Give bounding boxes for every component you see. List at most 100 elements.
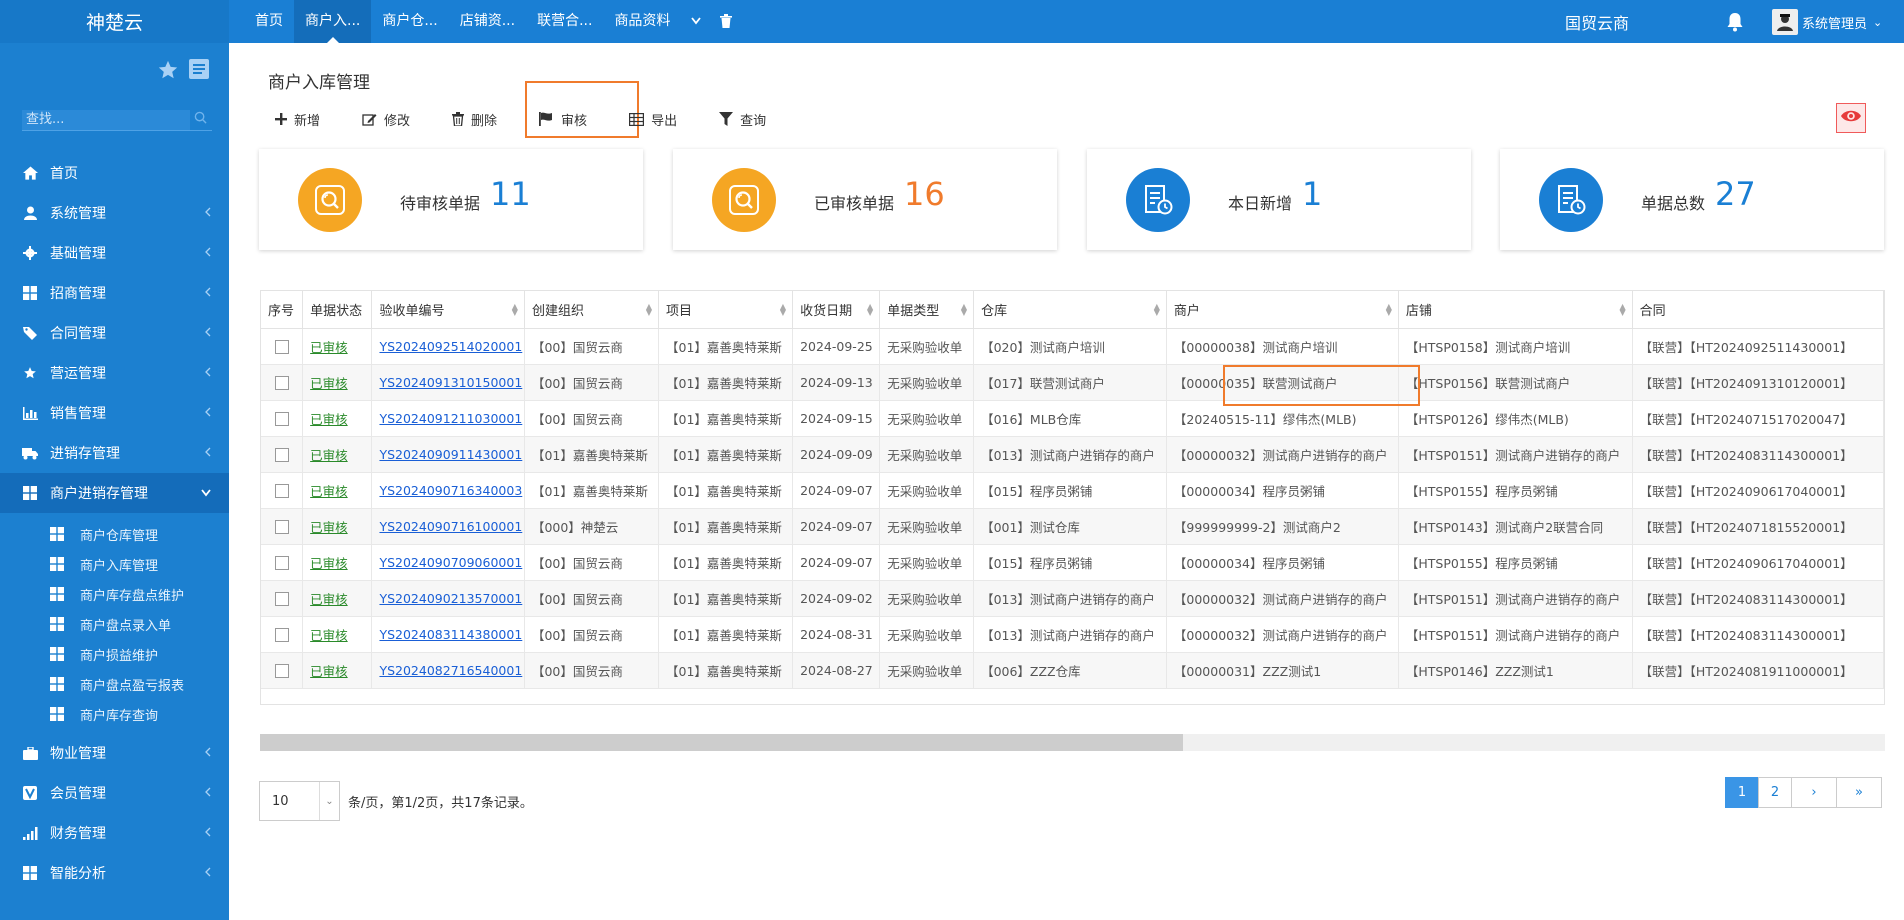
sidebar-item-营运管理[interactable]: 营运管理 bbox=[0, 353, 229, 393]
table-row[interactable]: 已审核 YS2024092514020001 【00】国贸云商 【01】嘉善奥特莱斯 2… bbox=[261, 328, 1884, 365]
next-page-button[interactable]: › bbox=[1791, 777, 1837, 808]
top-tab-0[interactable]: 首页 bbox=[244, 0, 294, 43]
status-link[interactable]: 已审核 bbox=[310, 340, 348, 355]
status-link[interactable]: 已审核 bbox=[310, 448, 348, 463]
sidebar-item-进销存管理[interactable]: 进销存管理 bbox=[0, 433, 229, 473]
row-checkbox[interactable] bbox=[274, 447, 289, 462]
top-tab-4[interactable]: 联营合... bbox=[526, 0, 603, 43]
sidebar-item-会员管理[interactable]: 会员管理 bbox=[0, 773, 229, 813]
sidebar-item-销售管理[interactable]: 销售管理 bbox=[0, 393, 229, 433]
submenu-item[interactable]: 商户损益维护 bbox=[0, 639, 229, 669]
row-checkbox[interactable] bbox=[274, 591, 289, 606]
list-icon[interactable] bbox=[189, 59, 209, 85]
bell-icon[interactable] bbox=[1726, 12, 1744, 32]
table-row[interactable]: 已审核 YS2024090911430001 【01】嘉善奥特莱斯 【01】嘉善奥特莱… bbox=[261, 436, 1884, 473]
receipt-code-link[interactable]: YS2024092514020001 bbox=[379, 339, 522, 354]
status-link[interactable]: 已审核 bbox=[310, 412, 348, 427]
receipt-code-link[interactable]: YS2024090911430001 bbox=[379, 447, 522, 462]
status-link[interactable]: 已审核 bbox=[310, 628, 348, 643]
stat-card[interactable]: 单据总数 27 bbox=[1500, 149, 1884, 250]
column-header[interactable]: 店铺 ▲ ▼ bbox=[1398, 291, 1633, 329]
top-tab-1[interactable]: 商户入... bbox=[294, 0, 372, 43]
column-header[interactable]: 验收单编号 ▲ ▼ bbox=[371, 291, 525, 329]
sort-icon[interactable]: ▲ ▼ bbox=[512, 303, 518, 317]
sort-icon[interactable]: ▲ ▼ bbox=[1154, 303, 1160, 317]
sort-icon[interactable]: ▲ ▼ bbox=[1386, 303, 1392, 317]
brand-logo[interactable]: 神楚云 bbox=[0, 0, 229, 43]
receipt-code-link[interactable]: YS2024091211030001 bbox=[379, 411, 522, 426]
status-link[interactable]: 已审核 bbox=[310, 484, 348, 499]
audit-button[interactable]: 审核 bbox=[539, 110, 587, 129]
column-header[interactable]: 单据类型 ▲ ▼ bbox=[879, 291, 975, 329]
sidebar-item-首页[interactable]: 首页 bbox=[0, 153, 229, 193]
delete-button[interactable]: 删除 bbox=[452, 110, 497, 129]
sidebar-item-物业管理[interactable]: 物业管理 bbox=[0, 733, 229, 773]
receipt-code-link[interactable]: YS2024090716100001 bbox=[379, 519, 522, 534]
receipt-code-link[interactable]: YS2024091310150001 bbox=[379, 375, 522, 390]
top-tab-5[interactable]: 商品资料 bbox=[603, 0, 681, 43]
row-checkbox[interactable] bbox=[274, 663, 289, 678]
query-button[interactable]: 查询 bbox=[719, 110, 766, 129]
stat-card[interactable]: 本日新增 1 bbox=[1087, 149, 1471, 250]
page-button[interactable]: 2 bbox=[1758, 777, 1792, 808]
table-row[interactable]: 已审核 YS2024083114380001 【00】国贸云商 【01】嘉善奥特莱斯 2… bbox=[261, 616, 1884, 653]
sidebar-item-合同管理[interactable]: 合同管理 bbox=[0, 313, 229, 353]
stat-card[interactable]: 已审核单据 16 bbox=[673, 149, 1057, 250]
receipt-code-link[interactable]: YS2024090716340003 bbox=[379, 483, 522, 498]
row-checkbox[interactable] bbox=[274, 411, 289, 426]
receipt-code-link[interactable]: YS2024090709060001 bbox=[379, 555, 522, 570]
sort-icon[interactable]: ▲ ▼ bbox=[646, 303, 652, 317]
table-row[interactable]: 已审核 YS2024090709060001 【00】国贸云商 【01】嘉善奥特莱斯 2… bbox=[261, 544, 1884, 581]
user-menu[interactable]: 系统管理员 ⌄ bbox=[1772, 8, 1882, 36]
horizontal-scrollbar[interactable] bbox=[260, 734, 1885, 751]
chevron-down-icon[interactable] bbox=[681, 0, 711, 43]
star-icon[interactable] bbox=[157, 59, 179, 85]
sidebar-item-商户进销存管理[interactable]: 商户进销存管理 bbox=[0, 473, 229, 513]
edit-button[interactable]: 修改 bbox=[362, 110, 410, 129]
row-checkbox[interactable] bbox=[274, 519, 289, 534]
status-link[interactable]: 已审核 bbox=[310, 592, 348, 607]
row-checkbox[interactable] bbox=[274, 483, 289, 498]
top-tab-2[interactable]: 商户仓... bbox=[371, 0, 448, 43]
row-checkbox[interactable] bbox=[274, 375, 289, 390]
add-button[interactable]: 新增 bbox=[275, 110, 320, 129]
submenu-item[interactable]: 商户库存盘点维护 bbox=[0, 579, 229, 609]
sort-icon[interactable]: ▲ ▼ bbox=[867, 303, 873, 317]
submenu-item[interactable]: 商户库存查询 bbox=[0, 699, 229, 729]
toggle-visibility-button[interactable] bbox=[1836, 103, 1866, 133]
page-button[interactable]: 1 bbox=[1725, 777, 1759, 808]
status-link[interactable]: 已审核 bbox=[310, 376, 348, 391]
column-header[interactable]: 合同 bbox=[1632, 291, 1884, 329]
column-header[interactable]: 创建组织 ▲ ▼ bbox=[524, 291, 660, 329]
table-row[interactable]: 已审核 YS2024091310150001 【00】国贸云商 【01】嘉善奥特莱斯 2… bbox=[261, 364, 1884, 401]
sidebar-item-招商管理[interactable]: 招商管理 bbox=[0, 273, 229, 313]
submenu-item[interactable]: 商户盘点盈亏报表 bbox=[0, 669, 229, 699]
page-size-select[interactable]: 10 ⌄ bbox=[259, 781, 340, 821]
sort-icon[interactable]: ▲ ▼ bbox=[780, 303, 786, 317]
submenu-item[interactable]: 商户盘点录入单 bbox=[0, 609, 229, 639]
receipt-code-link[interactable]: YS2024083114380001 bbox=[379, 627, 522, 642]
column-header[interactable]: 收货日期 ▲ ▼ bbox=[792, 291, 881, 329]
table-row[interactable]: 已审核 YS2024091211030001 【00】国贸云商 【01】嘉善奥特莱斯 2… bbox=[261, 400, 1884, 437]
table-row[interactable]: 已审核 YS2024090716340003 【01】嘉善奥特莱斯 【01】嘉善奥特莱… bbox=[261, 472, 1884, 509]
receipt-code-link[interactable]: YS2024090213570001 bbox=[379, 591, 522, 606]
column-header[interactable]: 仓库 ▲ ▼ bbox=[973, 291, 1167, 329]
table-row[interactable]: 已审核 YS2024090716100001 【000】神楚云 【01】嘉善奥特莱斯 2… bbox=[261, 508, 1884, 545]
column-header[interactable]: 项目 ▲ ▼ bbox=[658, 291, 794, 329]
sidebar-item-智能分析[interactable]: 智能分析 bbox=[0, 853, 229, 893]
scrollbar-thumb[interactable] bbox=[260, 734, 1183, 751]
sidebar-item-财务管理[interactable]: 财务管理 bbox=[0, 813, 229, 853]
submenu-item[interactable]: 商户入库管理 bbox=[0, 549, 229, 579]
column-header[interactable]: 商户 ▲ ▼ bbox=[1166, 291, 1399, 329]
status-link[interactable]: 已审核 bbox=[310, 556, 348, 571]
table-row[interactable]: 已审核 YS2024082716540001 【00】国贸云商 【01】嘉善奥特莱斯 2… bbox=[261, 652, 1884, 689]
export-button[interactable]: 导出 bbox=[629, 110, 677, 129]
receipt-code-link[interactable]: YS2024082716540001 bbox=[379, 663, 522, 678]
sidebar-item-基础管理[interactable]: 基础管理 bbox=[0, 233, 229, 273]
row-checkbox[interactable] bbox=[274, 627, 289, 642]
status-link[interactable]: 已审核 bbox=[310, 664, 348, 679]
sort-icon[interactable]: ▲ ▼ bbox=[1619, 303, 1625, 317]
search-icon[interactable] bbox=[194, 111, 207, 128]
stat-card[interactable]: 待审核单据 11 bbox=[259, 149, 643, 250]
top-tab-3[interactable]: 店铺资... bbox=[449, 0, 526, 43]
